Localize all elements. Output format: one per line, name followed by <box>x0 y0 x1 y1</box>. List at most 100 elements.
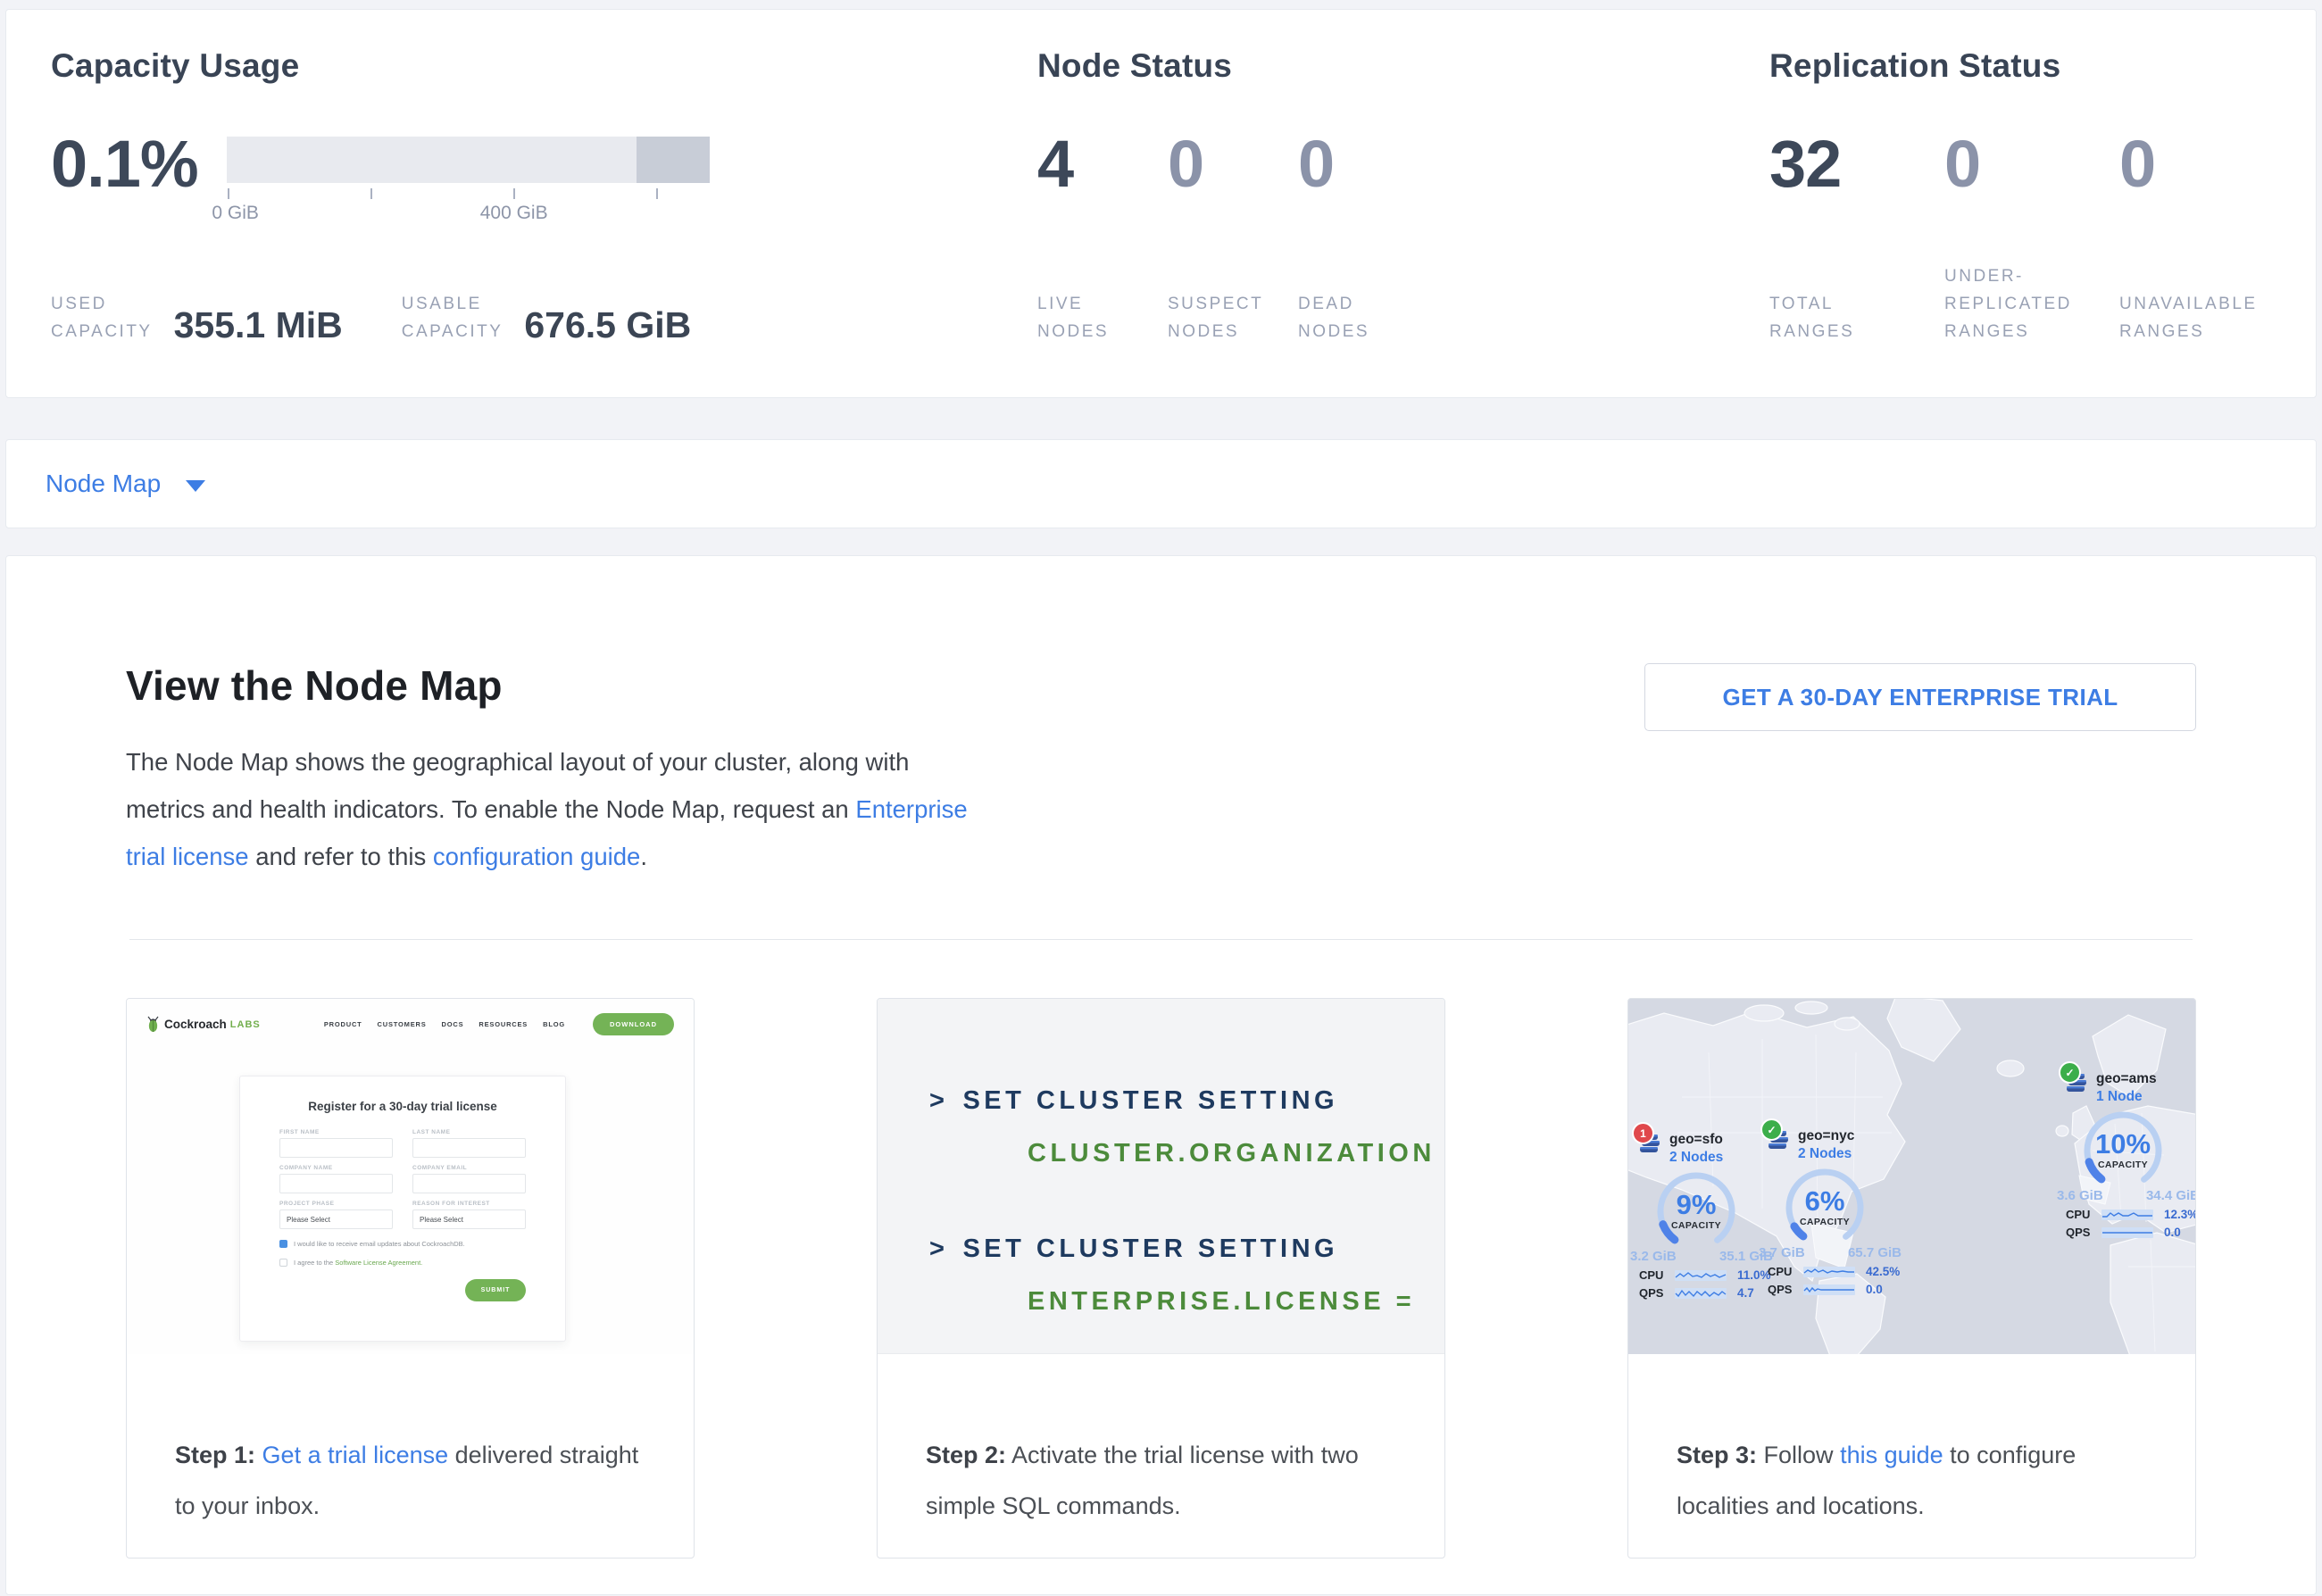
project-phase-select[interactable]: Please Select <box>279 1209 393 1229</box>
step2-card: >SET CLUSTER SETTING CLUSTER.ORGANIZATIO… <box>877 998 1445 1559</box>
last-name-input[interactable] <box>412 1138 526 1158</box>
software-license-agreement-link[interactable]: Software License Agreement. <box>335 1259 422 1267</box>
qps-sparkline <box>1675 1288 1727 1299</box>
unavailable-ranges-label: UNAVAILABLE RANGES <box>2119 290 2271 345</box>
mini-field-label: REASON FOR INTEREST <box>412 1201 526 1207</box>
node-map-preview: 1 geo=sfo 2 Nodes <box>1628 999 2195 1354</box>
qps-label: QPS <box>2066 1226 2101 1239</box>
qps-label: QPS <box>1768 1283 1803 1296</box>
cpu-sparkline <box>2101 1209 2153 1220</box>
healthy-badge: ✓ <box>2059 1061 2081 1084</box>
locality-widget-ams[interactable]: ✓ geo=ams 1 Node <box>2066 1070 2195 1239</box>
mini-field-label: COMPANY EMAIL <box>412 1165 526 1171</box>
capacity-usage-section: Capacity Usage 0.1% 0 GiB 4 <box>51 47 1037 353</box>
replication-status-section: Replication Status 32 0 0 TOTAL RANGES U… <box>1769 47 2271 353</box>
capacity-tick-label: 400 GiB <box>480 203 548 224</box>
get-enterprise-trial-button[interactable]: GET A 30-DAY ENTERPRISE TRIAL <box>1644 663 2196 731</box>
dead-nodes-label: DEAD NODES <box>1298 290 1769 345</box>
locality-node-count: 2 Nodes <box>1798 1145 1854 1163</box>
step2-caption: Step 2: Activate the trial license with … <box>926 1430 1409 1532</box>
capacity-gauge: 10% CAPACITY <box>2080 1108 2166 1193</box>
cpu-value: 12.3% <box>2164 1208 2195 1221</box>
capacity-gauge: 9% CAPACITY <box>1653 1168 1739 1254</box>
used-capacity-value: 355.1 MiB <box>174 307 343 344</box>
capacity-usage-title: Capacity Usage <box>51 47 1037 85</box>
this-guide-link[interactable]: this guide <box>1840 1442 1943 1468</box>
capacity-percent: 9% <box>1677 1192 1717 1218</box>
mini-nav-item[interactable]: BLOG <box>543 1020 565 1028</box>
mini-field-label: LAST NAME <box>412 1129 526 1135</box>
error-badge: 1 <box>1632 1122 1654 1144</box>
step1-caption: Step 1: Get a trial license delivered st… <box>175 1430 658 1532</box>
first-name-input[interactable] <box>279 1138 393 1158</box>
capacity-bar-track <box>227 137 710 183</box>
locality-widget-sfo[interactable]: 1 geo=sfo 2 Nodes <box>1639 1131 1773 1300</box>
intro-paragraph: The Node Map shows the geographical layo… <box>126 738 1010 880</box>
step3-caption: Step 3: Follow this guide to configure l… <box>1677 1430 2160 1532</box>
cpu-label: CPU <box>1768 1265 1803 1278</box>
mini-submit-button[interactable]: SUBMIT <box>465 1279 526 1301</box>
step3-card: 1 geo=sfo 2 Nodes <box>1627 998 2196 1559</box>
qps-label: QPS <box>1639 1286 1675 1300</box>
capacity-label: CAPACITY <box>1800 1217 1850 1227</box>
node-status-section: Node Status 4 0 0 LIVE NODES SUSPECT NOD… <box>1037 47 1769 353</box>
locality-name: geo=ams <box>2096 1070 2157 1088</box>
locality-name: geo=sfo <box>1669 1131 1723 1149</box>
mini-nav-item[interactable]: DOCS <box>442 1020 464 1028</box>
capacity-tick-label: 0 GiB <box>212 203 259 224</box>
total-ranges-label: TOTAL RANGES <box>1769 290 1944 345</box>
reason-for-interest-select[interactable]: Please Select <box>412 1209 526 1229</box>
sql-commands-snippet: >SET CLUSTER SETTING CLUSTER.ORGANIZATIO… <box>878 999 1444 1354</box>
enterprise-trial-license-link[interactable]: Enterprise <box>855 795 967 823</box>
qps-value: 0.0 <box>2164 1226 2181 1239</box>
company-name-input[interactable] <box>279 1174 393 1193</box>
capacity-percent: 0.1% <box>51 133 198 195</box>
trial-site-thumbnail: Cockroach LABS PRODUCT CUSTOMERS DOCS RE… <box>127 999 694 1354</box>
usable-capacity-value: 676.5 GiB <box>524 307 691 344</box>
mini-nav-item[interactable]: PRODUCT <box>324 1020 362 1028</box>
qps-sparkline <box>1803 1284 1855 1295</box>
capacity-bar-reserved-segment <box>637 137 710 183</box>
email-updates-checkbox[interactable] <box>279 1240 287 1248</box>
capacity-percent: 6% <box>1805 1188 1845 1215</box>
qps-sparkline <box>2101 1227 2153 1238</box>
locality-node-count: 2 Nodes <box>1669 1149 1723 1167</box>
page-title: View the Node Map <box>126 661 1010 710</box>
company-email-input[interactable] <box>412 1174 526 1193</box>
email-updates-label: I would like to receive email updates ab… <box>294 1240 465 1248</box>
qps-value: 4.7 <box>1737 1286 1754 1300</box>
mini-form-title: Register for a 30-day trial license <box>279 1100 526 1113</box>
capacity-gauge: 6% CAPACITY <box>1782 1165 1868 1251</box>
mini-field-label: PROJECT PHASE <box>279 1201 393 1207</box>
capacity-axis-ticks <box>227 183 710 203</box>
cpu-value: 11.0% <box>1737 1268 1771 1282</box>
healthy-badge: ✓ <box>1760 1118 1783 1141</box>
qps-value: 0.0 <box>1866 1283 1883 1296</box>
trial-registration-form: Register for a 30-day trial license FIRS… <box>239 1076 566 1342</box>
capacity-label: CAPACITY <box>1671 1220 1721 1231</box>
enterprise-trial-license-link[interactable]: trial license <box>126 843 249 870</box>
chevron-down-icon[interactable] <box>186 480 205 492</box>
cluster-summary-panel: Capacity Usage 0.1% 0 GiB 4 <box>5 9 2317 398</box>
mini-nav-item[interactable]: RESOURCES <box>479 1020 528 1028</box>
node-map-dropdown[interactable]: Node Map <box>5 439 2317 528</box>
suspect-nodes-label: SUSPECT NODES <box>1168 290 1298 345</box>
get-trial-license-link[interactable]: Get a trial license <box>262 1442 449 1468</box>
node-map-dropdown-label[interactable]: Node Map <box>46 470 161 498</box>
license-agreement-checkbox[interactable] <box>279 1259 287 1267</box>
locality-name: geo=nyc <box>1798 1127 1854 1145</box>
total-ranges-count: 32 <box>1769 133 1944 195</box>
locality-node-count: 1 Node <box>2096 1088 2157 1106</box>
used-capacity-label: USED CAPACITY <box>51 290 153 345</box>
mini-nav-item[interactable]: CUSTOMERS <box>378 1020 427 1028</box>
section-divider <box>129 939 2193 940</box>
live-nodes-count: 4 <box>1037 133 1168 195</box>
mini-download-button[interactable]: DOWNLOAD <box>593 1013 674 1035</box>
configuration-guide-link[interactable]: configuration guide <box>433 843 640 870</box>
mini-field-label: COMPANY NAME <box>279 1165 393 1171</box>
replication-status-title: Replication Status <box>1769 47 2271 85</box>
locality-widget-nyc[interactable]: ✓ geo=nyc 2 Nodes <box>1768 1127 1902 1296</box>
unavailable-ranges-count: 0 <box>2119 133 2271 195</box>
cockroach-labs-logo: Cockroach LABS <box>146 1016 261 1033</box>
capacity-bar: 0 GiB 400 GiB <box>227 137 710 226</box>
